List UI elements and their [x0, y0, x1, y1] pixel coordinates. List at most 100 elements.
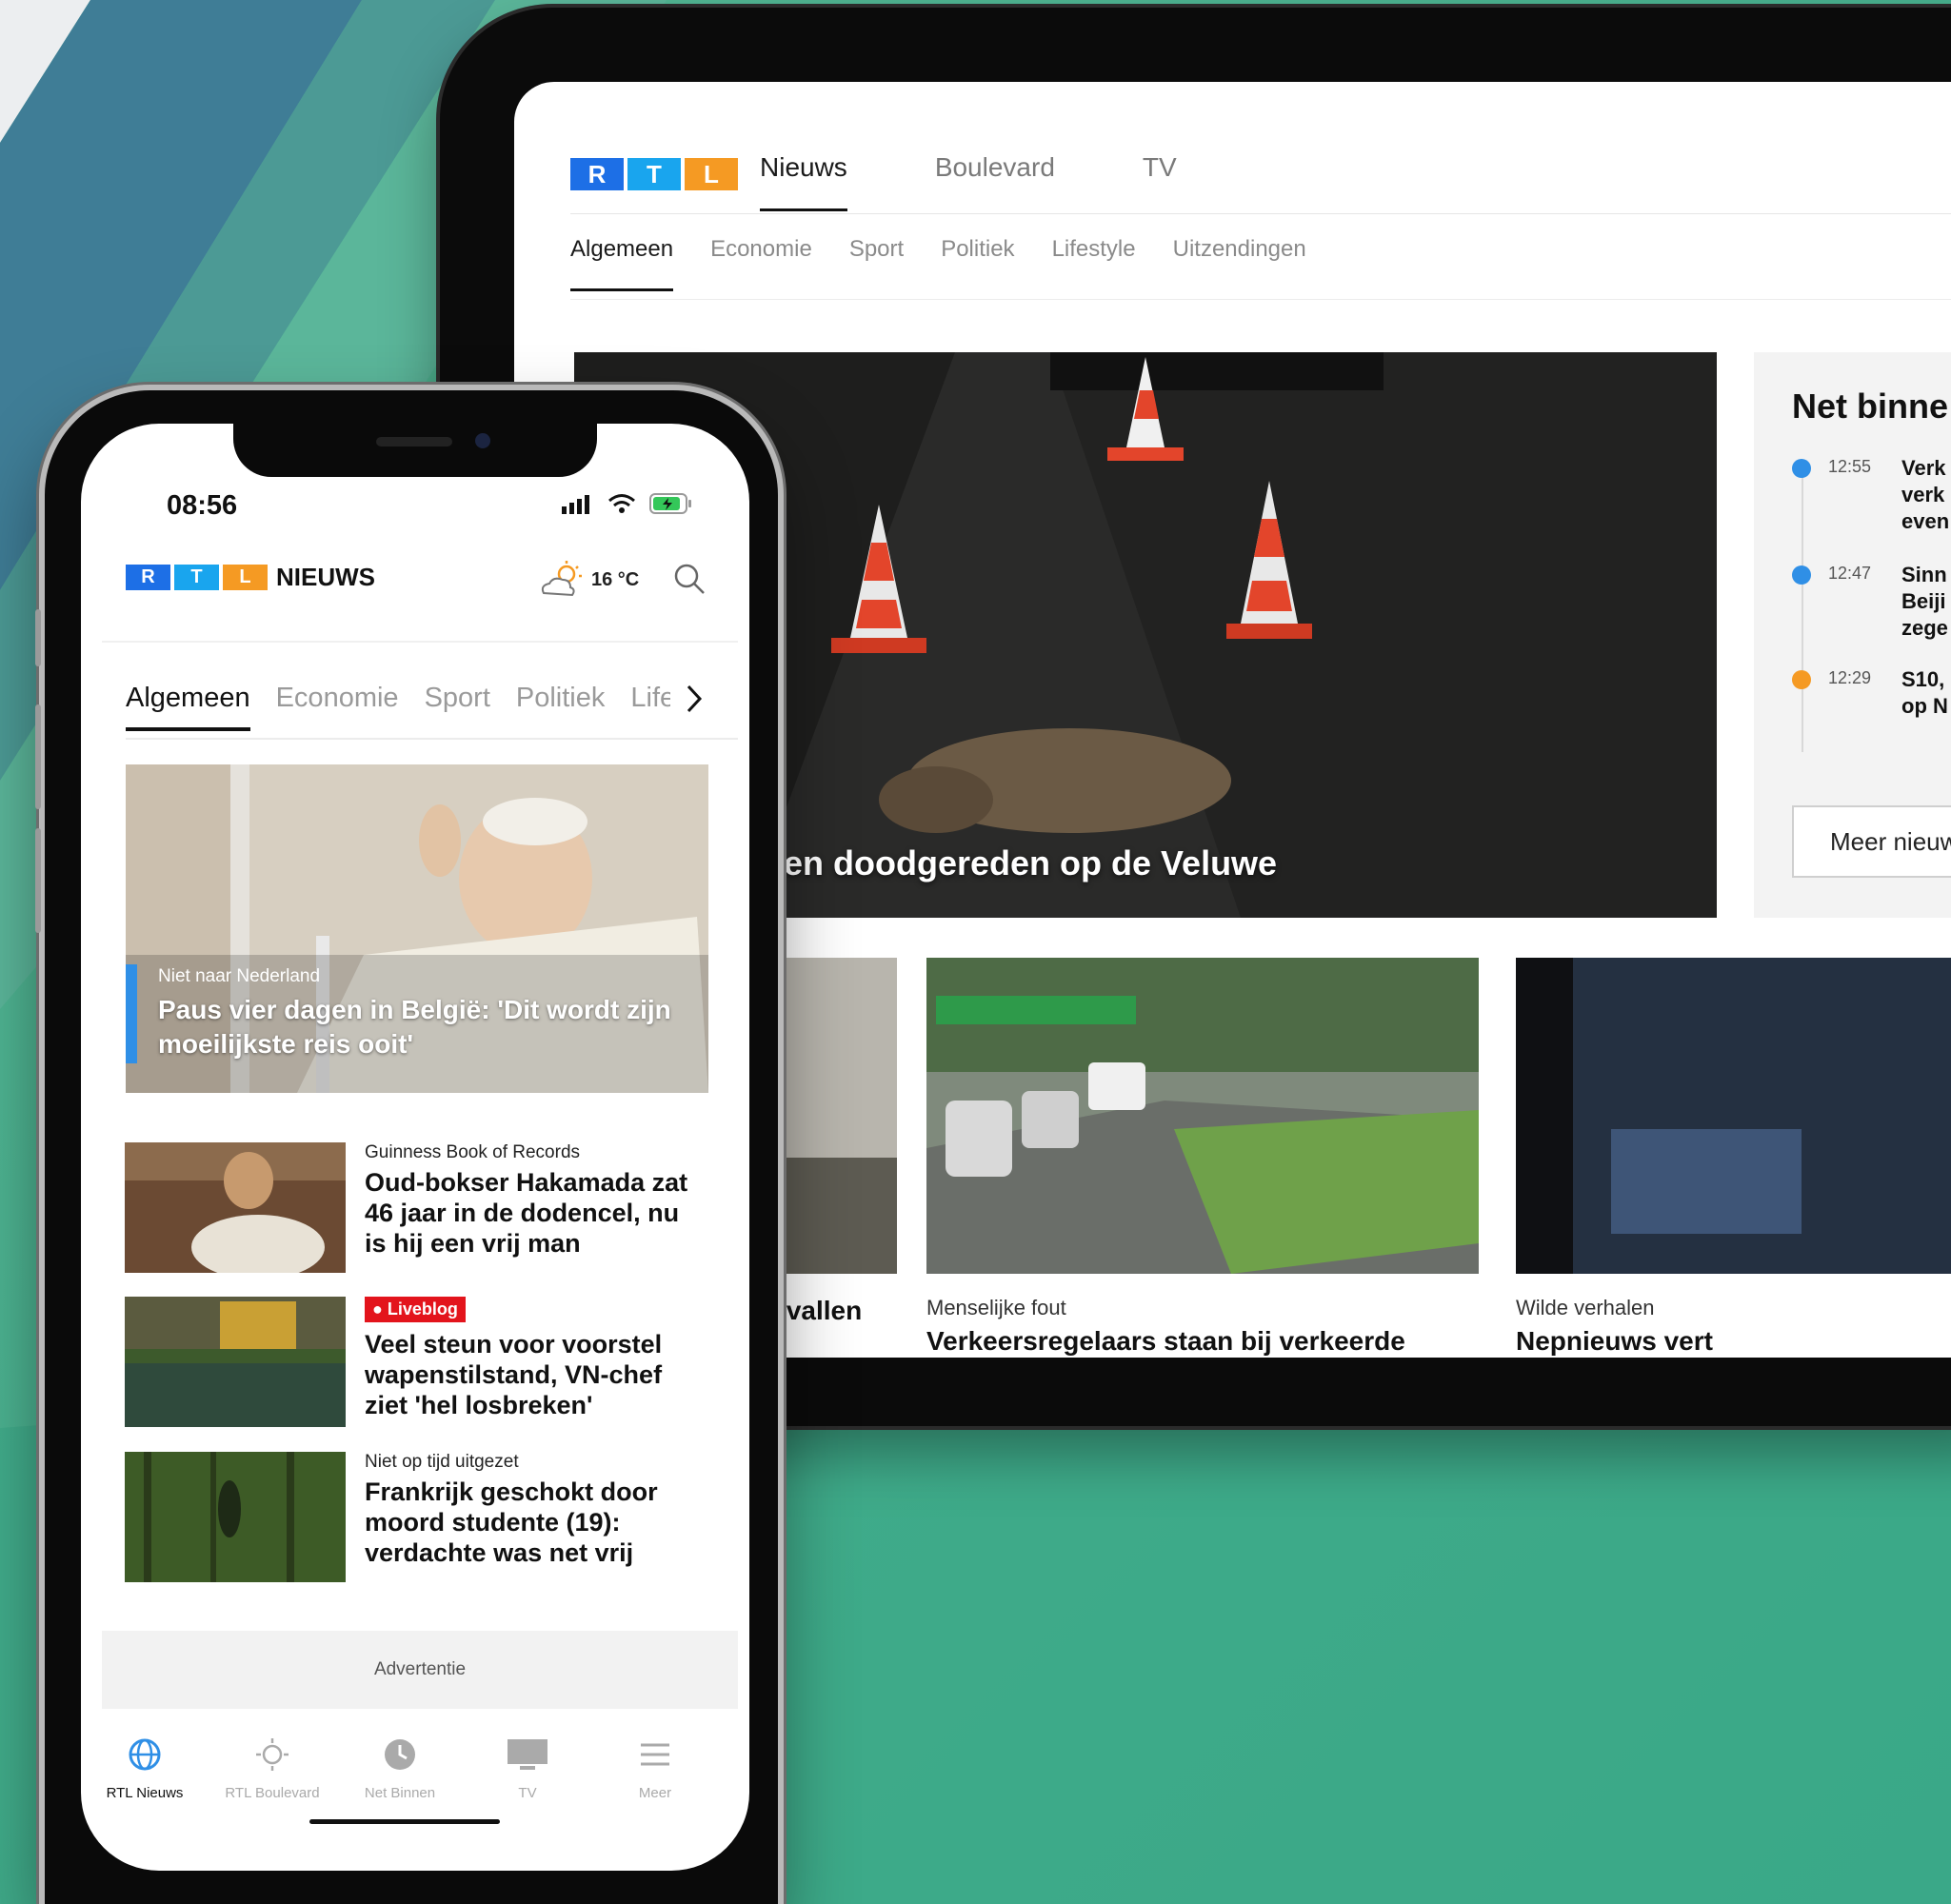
timeline-line: [1802, 466, 1803, 752]
subnav-sport[interactable]: Sport: [849, 236, 904, 291]
camera: [475, 433, 490, 448]
logo-letter-t: T: [174, 565, 219, 590]
phone-volume-up: [35, 704, 41, 809]
liveblog-label: Liveblog: [387, 1299, 458, 1319]
temperature: 16 °C: [591, 568, 640, 590]
subnav-economie[interactable]: Economie: [710, 236, 812, 291]
phone-notch: [233, 424, 597, 477]
sun-icon: [256, 1738, 289, 1771]
phone-volume-down: [35, 828, 41, 933]
card-kicker: Wilde verhalen: [1516, 1296, 1655, 1319]
logo-letter-r: R: [570, 158, 624, 190]
article-kicker: Niet op tijd uitgezet: [365, 1452, 519, 1472]
tab-algemeen[interactable]: Algemeen: [126, 683, 250, 731]
card-title[interactable]: Nepnieuws vert: [1516, 1326, 1951, 1357]
article-title[interactable]: Frankrijk geschokt door moord studente (…: [365, 1477, 707, 1568]
net-binnen-title: Net binne: [1792, 387, 1949, 426]
nav-boulevard[interactable]: Boulevard: [935, 152, 1055, 211]
bottom-nav-label: RTL Boulevard: [225, 1785, 320, 1801]
partly-cloudy-icon: [541, 561, 582, 597]
bottom-nav-tv[interactable]: TV: [464, 1718, 591, 1823]
hero-accent-bar: [126, 964, 137, 1063]
item-time: 12:29: [1828, 668, 1872, 687]
home-indicator[interactable]: [309, 1819, 500, 1824]
clock-icon: [1792, 459, 1811, 478]
hero-title[interactable]: en doodgereden op de Veluwe: [784, 843, 1277, 883]
tab-sport[interactable]: Sport: [425, 683, 490, 731]
logo-letter-r: R: [126, 565, 170, 590]
article-item[interactable]: ● Liveblog Veel steun voor voorstel wape…: [125, 1297, 662, 1430]
wifi-icon: [608, 494, 635, 513]
item-time: 12:47: [1828, 564, 1872, 583]
card-kicker: Menselijke fout: [926, 1296, 1066, 1319]
item-text: Sinn Beiji zege: [1901, 563, 1948, 640]
item-text: Verk verk even: [1901, 456, 1950, 533]
signal-icon: [562, 495, 589, 514]
bottom-nav-label: TV: [518, 1785, 537, 1801]
bottom-nav-rtl-nieuws[interactable]: RTL Nieuws: [81, 1718, 209, 1823]
globe-icon: [129, 1738, 161, 1771]
news-card[interactable]: Menselijke fout Verkeersregelaars staan …: [926, 958, 1479, 1357]
card-image: [926, 958, 1479, 1274]
chevron-right-icon[interactable]: [683, 683, 706, 715]
article-item[interactable]: Niet op tijd uitgezet Frankrijk geschokt…: [125, 1452, 658, 1585]
liveblog-badge: ● Liveblog: [365, 1297, 466, 1322]
phone-hero-article[interactable]: Niet naar Nederland Paus vier dagen in B…: [126, 764, 708, 1093]
nav-divider: [570, 213, 1951, 214]
weather-widget[interactable]: 16 °C: [538, 561, 639, 599]
bottom-nav-meer[interactable]: Meer: [591, 1718, 719, 1823]
bottom-nav-label: Net Binnen: [364, 1785, 436, 1801]
article-thumbnail: [125, 1142, 346, 1273]
article-title[interactable]: Veel steun voor voorstel wapenstilstand,…: [365, 1329, 707, 1420]
logo-letter-l: L: [223, 565, 268, 590]
phone-side-button: [35, 609, 41, 666]
tab-lifestyle[interactable]: Lifestyle: [630, 683, 670, 731]
tabs-divider: [126, 738, 738, 740]
tab-economie[interactable]: Economie: [276, 683, 399, 731]
news-card[interactable]: Wilde verhalen Nepnieuws vert: [1516, 958, 1951, 1357]
subnav-algemeen[interactable]: Algemeen: [570, 236, 674, 291]
phone-app: 08:56 R T L NIEUWS 16 °C Algemeen Econom…: [81, 424, 749, 1871]
nav-tv[interactable]: TV: [1143, 152, 1177, 211]
subnav-divider: [570, 299, 1951, 300]
search-icon[interactable]: [673, 563, 706, 595]
article-title[interactable]: Oud-bokser Hakamada zat 46 jaar in de do…: [365, 1167, 707, 1259]
battery-icon: [649, 493, 691, 514]
bottom-nav: RTL Nieuws RTL Boulevard Net Binnen TV M…: [81, 1718, 749, 1823]
logo-letter-t: T: [627, 158, 681, 190]
advertisement-slot: Advertentie: [102, 1631, 738, 1709]
more-news-button[interactable]: Meer nieuw: [1792, 805, 1951, 878]
status-icons: [562, 492, 693, 515]
main-nav: Nieuws Boulevard TV: [760, 152, 1264, 211]
subnav-lifestyle[interactable]: Lifestyle: [1052, 236, 1136, 291]
article-item[interactable]: Guinness Book of Records Oud-bokser Haka…: [125, 1142, 687, 1276]
card-image: [1516, 958, 1951, 1274]
header-divider: [102, 641, 738, 643]
rtl-logo[interactable]: R T L: [570, 158, 738, 190]
menu-icon: [641, 1743, 669, 1766]
rtl-nieuws-logo[interactable]: R T L: [126, 565, 268, 590]
item-time: 12:55: [1828, 457, 1872, 476]
tv-icon: [508, 1739, 547, 1770]
bottom-nav-net-binnen[interactable]: Net Binnen: [336, 1718, 464, 1823]
subnav-politiek[interactable]: Politiek: [941, 236, 1014, 291]
status-time: 08:56: [167, 490, 238, 521]
article-thumbnail: [125, 1297, 346, 1427]
subnav-uitzendingen[interactable]: Uitzendingen: [1173, 236, 1306, 291]
speaker: [376, 437, 452, 446]
hero-kicker: Niet naar Nederland: [158, 966, 321, 986]
clock-icon: [385, 1739, 415, 1770]
clock-icon: [1792, 565, 1811, 585]
brand-label: NIEUWS: [276, 563, 375, 591]
bottom-nav-label: Meer: [638, 1785, 672, 1801]
hero-title[interactable]: Paus vier dagen in België: 'Dit wordt zi…: [158, 993, 691, 1061]
clock-icon: [1792, 670, 1811, 689]
net-binnen-panel: Net binne 12:55 Verk verk even 12:47 Sin…: [1754, 352, 1951, 918]
tab-politiek[interactable]: Politiek: [516, 683, 606, 731]
logo-letter-l: L: [685, 158, 738, 190]
card-title[interactable]: Verkeersregelaars staan bij verkeerde: [926, 1326, 1479, 1357]
nav-nieuws[interactable]: Nieuws: [760, 152, 847, 211]
item-text: S10, op N: [1901, 667, 1948, 718]
article-thumbnail: [125, 1452, 346, 1582]
bottom-nav-rtl-boulevard[interactable]: RTL Boulevard: [209, 1718, 336, 1823]
